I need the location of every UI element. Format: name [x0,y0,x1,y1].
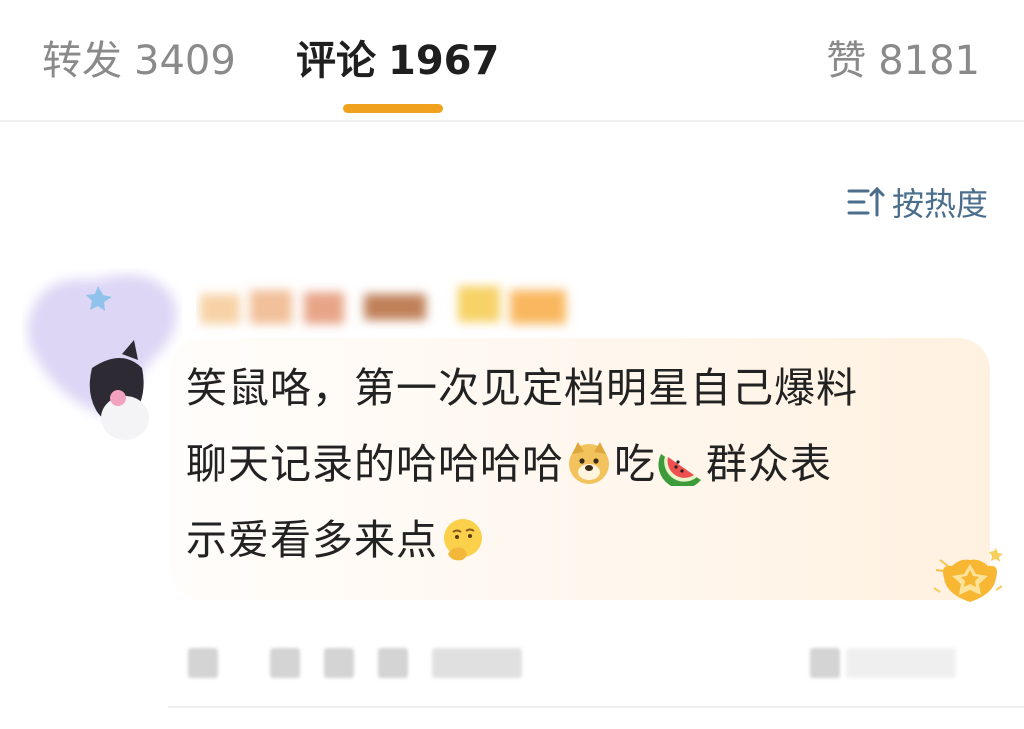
comment-line-2-part-a: 聊天记录的哈哈哈哈 [186,440,564,488]
comment-line-3-text: 示爱看多来点 [186,516,438,564]
tab-repost-label: 转发 [42,38,122,84]
avatar[interactable] [22,268,182,453]
comment-meta-blurred [186,640,986,684]
like-button-blurred[interactable] [846,648,956,678]
sort-icon [847,186,885,217]
meta-block [270,648,300,678]
tab-repost[interactable]: 转发 3409 [42,34,236,88]
sort-by-hot-button[interactable]: 按热度 [846,180,988,224]
comment-line-1: 笑鼠咯，第一次见定档明星自己爆料 [186,364,858,412]
comment-line-2-part-c: 群众表 [706,440,832,488]
comment-line-2: 聊天记录的哈哈哈哈 吃 群众表 [186,426,986,502]
tab-comments-count: 1967 [388,38,500,84]
tab-likes[interactable]: 赞 8181 [826,34,980,88]
tab-likes-count: 8181 [878,38,980,84]
active-tab-indicator [343,104,443,113]
doge-icon [569,442,609,484]
divider [168,706,1024,708]
meta-block [810,648,840,678]
meta-block [188,648,218,678]
tab-comments[interactable]: 评论 1967 [296,34,499,88]
watermelon-icon [658,454,701,486]
username-blurred[interactable] [196,278,596,338]
meta-block [378,648,408,678]
meta-block [324,648,354,678]
medal-icon [933,548,1003,602]
comment-line-2-part-b: 吃 [614,440,656,488]
comment-text: 笑鼠咯，第一次见定档明星自己爆料 聊天记录的哈哈哈哈 吃 群众表 示爱看多来点 [186,350,986,578]
comment-line-3: 示爱看多来点 [186,502,986,578]
sort-label: 按热度 [891,185,988,223]
thinking-face-icon [444,519,482,561]
meta-block [432,648,522,678]
tab-likes-label: 赞 [826,38,867,84]
tab-repost-count: 3409 [134,38,236,84]
comment-tabs: 转发 3409 评论 1967 赞 8181 [0,0,1024,122]
tab-comments-label: 评论 [296,38,376,84]
